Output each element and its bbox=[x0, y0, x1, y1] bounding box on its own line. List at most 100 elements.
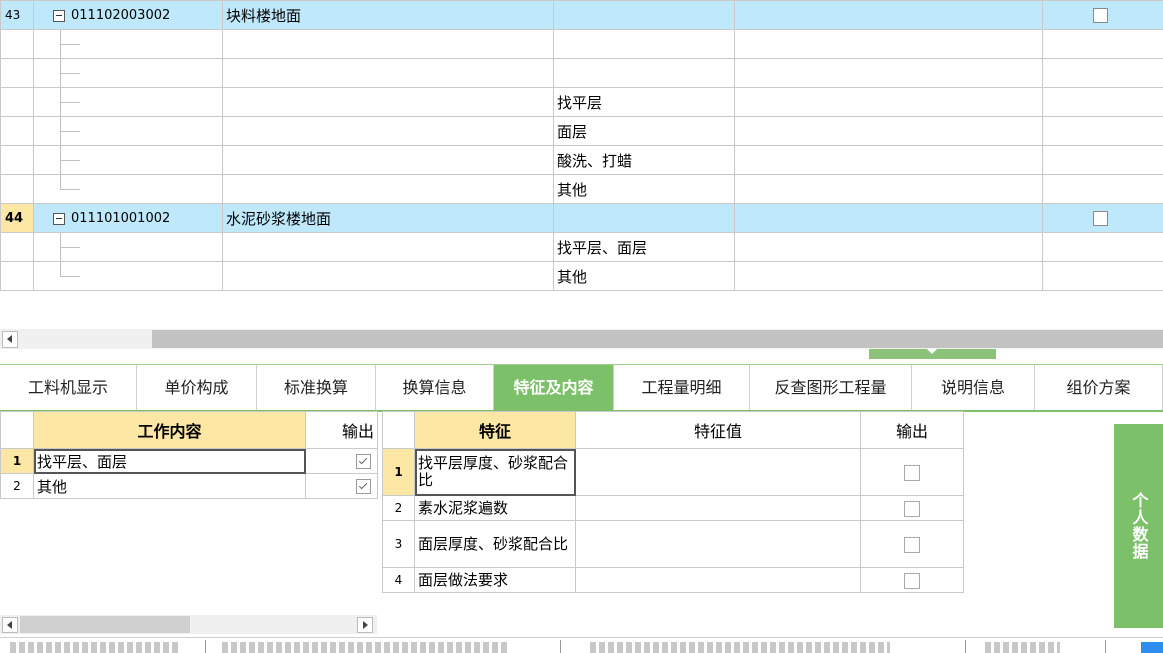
tab-8[interactable]: 组价方案 bbox=[1035, 365, 1163, 410]
content-cell[interactable]: 找平层 bbox=[554, 88, 735, 117]
content-cell[interactable]: 其他 bbox=[554, 175, 735, 204]
item-code-cell[interactable]: 011101001002 bbox=[34, 204, 223, 233]
work-horizontal-scrollbar[interactable] bbox=[0, 615, 377, 634]
item-name-cell[interactable] bbox=[223, 59, 554, 88]
grid-row[interactable]: 找平层、面层 bbox=[1, 233, 1163, 262]
output-cell[interactable] bbox=[306, 474, 378, 499]
output-cell[interactable] bbox=[1043, 117, 1163, 146]
work-content-header[interactable]: 工作内容 bbox=[34, 412, 306, 449]
grid-row[interactable]: 酸洗、打蜡 bbox=[1, 146, 1163, 175]
work-content-row[interactable]: 2 其他 bbox=[1, 474, 378, 499]
tab-6[interactable]: 反查图形工程量 bbox=[750, 365, 912, 410]
tab-3[interactable]: 换算信息 bbox=[376, 365, 494, 410]
item-code-cell[interactable]: 011102003002 bbox=[34, 1, 223, 30]
output-cell[interactable] bbox=[1043, 30, 1163, 59]
scroll-left-arrow-icon[interactable] bbox=[2, 617, 18, 633]
feature-value-header[interactable]: 特征值 bbox=[576, 412, 861, 449]
output-checkbox[interactable] bbox=[904, 573, 920, 589]
output-cell[interactable] bbox=[861, 496, 964, 521]
output-checkbox[interactable] bbox=[356, 454, 371, 469]
output-cell[interactable] bbox=[861, 568, 964, 593]
grid-row[interactable]: 44 011101001002 水泥砂浆楼地面 bbox=[1, 204, 1163, 233]
blank-cell[interactable] bbox=[735, 146, 1043, 175]
work-content-row[interactable]: 1 找平层、面层 bbox=[1, 449, 378, 474]
item-name-cell[interactable] bbox=[223, 30, 554, 59]
item-name-cell[interactable] bbox=[223, 175, 554, 204]
output-cell[interactable] bbox=[306, 449, 378, 474]
feature-value-input[interactable] bbox=[576, 568, 861, 593]
tab-4[interactable]: 特征及内容 bbox=[494, 365, 614, 410]
tab-1[interactable]: 单价构成 bbox=[137, 365, 257, 410]
feature-value-input[interactable] bbox=[576, 496, 861, 521]
item-name-cell[interactable] bbox=[223, 233, 554, 262]
scroll-left-arrow-icon[interactable] bbox=[2, 331, 18, 348]
grid-row[interactable]: 43 011102003002 块料楼地面 bbox=[1, 1, 1163, 30]
blank-cell[interactable] bbox=[735, 175, 1043, 204]
feature-row[interactable]: 3 面层厚度、砂浆配合比 bbox=[383, 521, 964, 568]
output-checkbox[interactable] bbox=[1093, 8, 1108, 23]
blank-cell[interactable] bbox=[735, 88, 1043, 117]
content-cell[interactable]: 面层 bbox=[554, 117, 735, 146]
item-name-cell[interactable]: 块料楼地面 bbox=[223, 1, 554, 30]
feature-value-input[interactable] bbox=[576, 449, 861, 496]
item-name-cell[interactable] bbox=[223, 146, 554, 175]
feature-row[interactable]: 4 面层做法要求 bbox=[383, 568, 964, 593]
blank-cell[interactable] bbox=[735, 204, 1043, 233]
content-cell[interactable] bbox=[554, 1, 735, 30]
tab-2[interactable]: 标准换算 bbox=[257, 365, 376, 410]
blank-cell[interactable] bbox=[735, 1, 1043, 30]
feature-header[interactable]: 特征 bbox=[415, 412, 576, 449]
feature-name[interactable]: 找平层厚度、砂浆配合比 bbox=[415, 449, 576, 496]
output-checkbox[interactable] bbox=[904, 465, 920, 481]
item-name-cell[interactable]: 水泥砂浆楼地面 bbox=[223, 204, 554, 233]
feature-row[interactable]: 2 素水泥浆遍数 bbox=[383, 496, 964, 521]
content-cell[interactable] bbox=[554, 204, 735, 233]
grid-row[interactable]: 其他 bbox=[1, 175, 1163, 204]
tab-0[interactable]: 工料机显示 bbox=[0, 365, 137, 410]
panel-splitter-toggle[interactable] bbox=[869, 349, 996, 359]
feature-name[interactable]: 面层厚度、砂浆配合比 bbox=[415, 521, 576, 568]
feature-row[interactable]: 1 找平层厚度、砂浆配合比 bbox=[383, 449, 964, 496]
grid-row[interactable] bbox=[1, 30, 1163, 59]
output-checkbox[interactable] bbox=[904, 537, 920, 553]
output-cell[interactable] bbox=[1043, 1, 1163, 30]
item-name-cell[interactable] bbox=[223, 88, 554, 117]
output-cell[interactable] bbox=[1043, 146, 1163, 175]
feature-output-header[interactable]: 输出 bbox=[861, 412, 964, 449]
output-cell[interactable] bbox=[1043, 88, 1163, 117]
feature-name[interactable]: 面层做法要求 bbox=[415, 568, 576, 593]
collapse-icon[interactable] bbox=[53, 213, 65, 225]
content-cell[interactable]: 其他 bbox=[554, 262, 735, 291]
grid-horizontal-scrollbar[interactable] bbox=[0, 329, 1163, 349]
grid-row[interactable]: 其他 bbox=[1, 262, 1163, 291]
output-cell[interactable] bbox=[1043, 175, 1163, 204]
content-cell[interactable]: 酸洗、打蜡 bbox=[554, 146, 735, 175]
item-name-cell[interactable] bbox=[223, 117, 554, 146]
personal-data-side-tab[interactable]: 个人数据 bbox=[1114, 424, 1163, 628]
feature-value-input[interactable] bbox=[576, 521, 861, 568]
status-indicator[interactable] bbox=[1141, 642, 1163, 653]
blank-cell[interactable] bbox=[735, 233, 1043, 262]
content-cell[interactable] bbox=[554, 30, 735, 59]
work-content-text[interactable]: 其他 bbox=[34, 474, 306, 499]
grid-row[interactable]: 面层 bbox=[1, 117, 1163, 146]
tab-5[interactable]: 工程量明细 bbox=[614, 365, 750, 410]
output-cell[interactable] bbox=[1043, 59, 1163, 88]
work-content-text[interactable]: 找平层、面层 bbox=[34, 449, 306, 474]
output-cell[interactable] bbox=[1043, 204, 1163, 233]
output-cell[interactable] bbox=[1043, 262, 1163, 291]
output-checkbox[interactable] bbox=[904, 501, 920, 517]
feature-name[interactable]: 素水泥浆遍数 bbox=[415, 496, 576, 521]
blank-cell[interactable] bbox=[735, 30, 1043, 59]
scrollbar-thumb[interactable] bbox=[152, 330, 1163, 348]
scroll-right-arrow-icon[interactable] bbox=[357, 617, 373, 633]
tab-7[interactable]: 说明信息 bbox=[912, 365, 1035, 410]
blank-cell[interactable] bbox=[735, 262, 1043, 291]
output-cell[interactable] bbox=[861, 449, 964, 496]
content-cell[interactable]: 找平层、面层 bbox=[554, 233, 735, 262]
blank-cell[interactable] bbox=[735, 117, 1043, 146]
scrollbar-thumb[interactable] bbox=[20, 616, 190, 633]
collapse-icon[interactable] bbox=[53, 10, 65, 22]
output-cell[interactable] bbox=[1043, 233, 1163, 262]
output-checkbox[interactable] bbox=[356, 479, 371, 494]
